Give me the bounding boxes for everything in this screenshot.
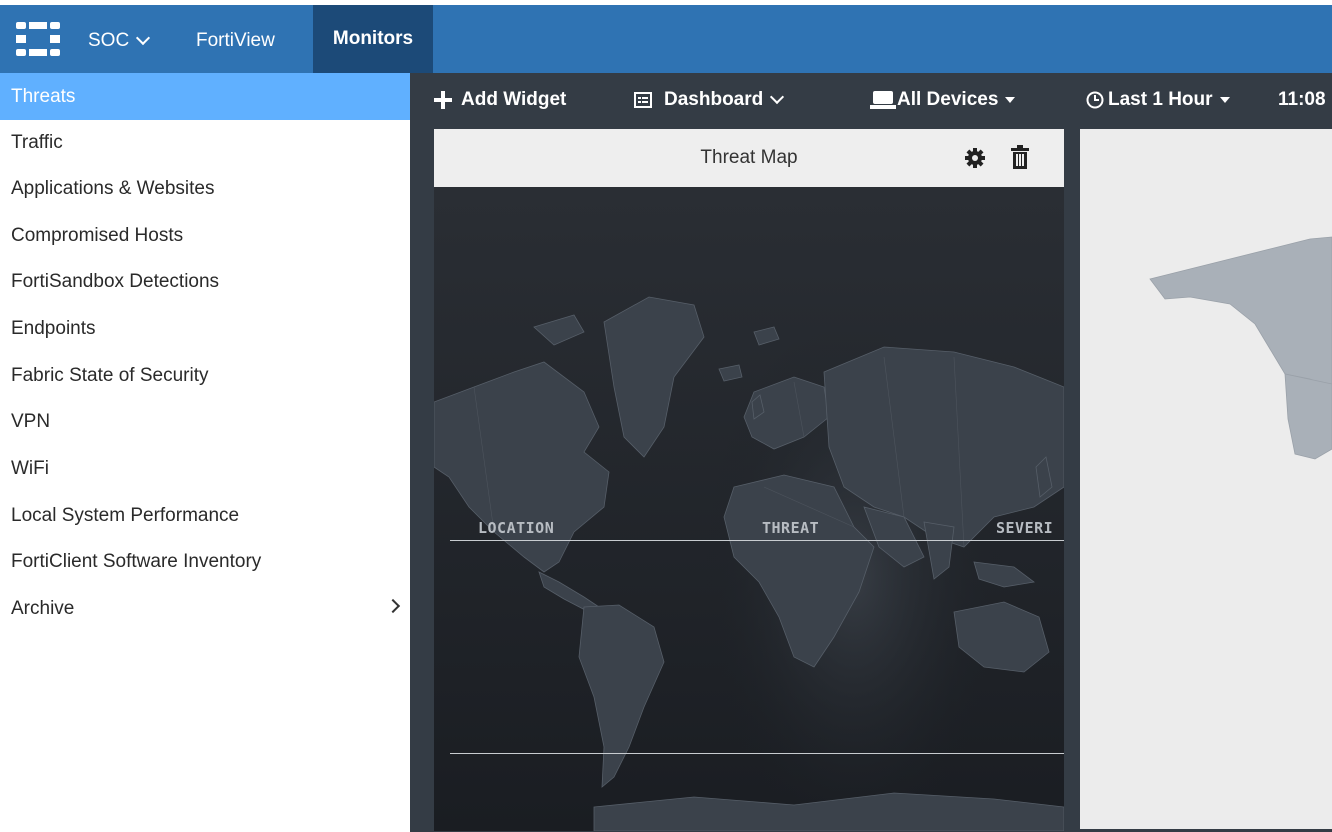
devices-dropdown[interactable]: All Devices [870, 87, 1016, 113]
nav-fortiview[interactable]: FortiView [196, 26, 275, 56]
add-widget-label: Add Widget [461, 89, 567, 110]
sidebar-item-threats[interactable]: Threats [0, 73, 410, 120]
sidebar-item-label: Traffic [11, 132, 63, 153]
chevron-down-icon [770, 89, 785, 105]
time-range-dropdown[interactable]: Last 1 Hour [1086, 87, 1230, 113]
nav-fortiview-label: FortiView [196, 30, 275, 51]
sidebar-item-label: Compromised Hosts [11, 225, 184, 246]
nav-monitors-label: Monitors [332, 28, 414, 49]
nav-soc-label: SOC [88, 30, 130, 51]
widget-header: Threat Map [434, 129, 1064, 187]
sidebar-item-compromised-hosts[interactable]: Compromised Hosts [0, 213, 410, 259]
sidebar-item-endpoints[interactable]: Endpoints [0, 306, 410, 352]
sidebar-item-applications-websites[interactable]: Applications & Websites [0, 166, 410, 212]
clock-readout: 11:08 [1278, 87, 1326, 113]
right-map-panel [1080, 129, 1332, 829]
sidebar-item-archive[interactable]: Archive [0, 586, 410, 632]
chevron-down-icon [136, 30, 151, 46]
right-world-map[interactable] [1080, 129, 1332, 829]
table-bottom-divider [450, 753, 1064, 754]
world-map[interactable] [434, 187, 1064, 831]
device-icon [870, 91, 896, 109]
sidebar-item-forticlient-software-inventory[interactable]: FortiClient Software Inventory [0, 539, 410, 585]
sidebar-item-label: Local System Performance [11, 505, 240, 526]
threat-map-widget: Threat Map LOCATION THREAT SEVERI [434, 129, 1064, 831]
sidebar-item-label: WiFi [11, 458, 49, 479]
plus-icon [434, 91, 452, 109]
fortinet-logo-icon[interactable] [16, 22, 60, 56]
sidebar-item-fortisandbox-detections[interactable]: FortiSandbox Detections [0, 259, 410, 305]
caret-down-icon [1005, 97, 1016, 103]
sidebar: Threats Traffic Applications & Websites … [0, 73, 410, 832]
sidebar-item-label: Applications & Websites [11, 178, 215, 199]
sidebar-item-vpn[interactable]: VPN [0, 399, 410, 445]
column-header-threat: THREAT [762, 519, 820, 537]
nav-monitors[interactable]: Monitors [313, 5, 433, 73]
sidebar-item-label: Archive [11, 598, 75, 619]
top-navigation-bar: SOC FortiView Monitors [0, 0, 1332, 73]
sidebar-item-label: Threats [11, 85, 76, 107]
top-strip [0, 0, 1332, 5]
sidebar-item-local-system-performance[interactable]: Local System Performance [0, 493, 410, 539]
clock-icon [1086, 91, 1104, 109]
dashboard-icon [634, 92, 652, 108]
nav-soc[interactable]: SOC [88, 26, 151, 56]
sidebar-item-label: VPN [11, 411, 51, 432]
sidebar-item-traffic[interactable]: Traffic [0, 120, 410, 166]
sidebar-item-label: Endpoints [11, 318, 96, 339]
gear-icon[interactable] [964, 147, 986, 169]
clock-label: 11:08 [1278, 89, 1326, 110]
table-header-divider [450, 540, 1064, 541]
column-header-location: LOCATION [478, 519, 555, 537]
sidebar-item-label: FortiSandbox Detections [11, 271, 220, 292]
chevron-right-icon [385, 598, 401, 614]
dashboard-label: Dashboard [664, 89, 764, 110]
widget-title: Threat Map [700, 147, 798, 168]
time-range-label: Last 1 Hour [1108, 89, 1213, 110]
sidebar-item-wifi[interactable]: WiFi [0, 446, 410, 492]
sidebar-item-label: Fabric State of Security [11, 365, 209, 386]
dashboard-dropdown[interactable]: Dashboard [634, 87, 785, 113]
trash-icon[interactable] [1010, 145, 1030, 169]
column-header-severity: SEVERI [996, 519, 1054, 537]
sidebar-item-label: FortiClient Software Inventory [11, 551, 262, 572]
caret-down-icon [1219, 97, 1230, 103]
sidebar-item-fabric-state-of-security[interactable]: Fabric State of Security [0, 353, 410, 399]
devices-label: All Devices [897, 89, 999, 110]
add-widget-button[interactable]: Add Widget [434, 87, 566, 113]
main-content: Add Widget Dashboard All Devices Last 1 … [410, 73, 1332, 832]
